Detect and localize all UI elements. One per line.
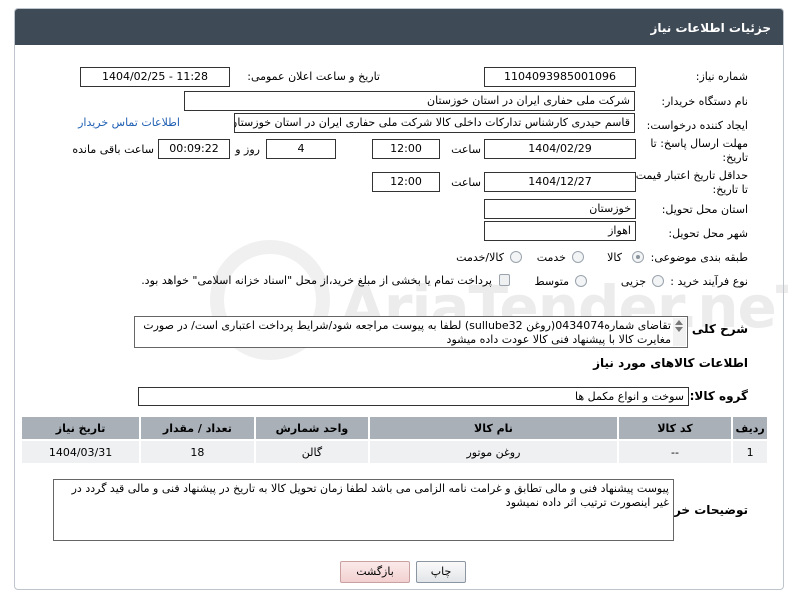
cell-need-date: 1404/03/31 bbox=[19, 439, 142, 465]
need-number-label: شماره نیاز: bbox=[695, 70, 748, 83]
goods-group-field: سوخت و انواع مکمل ها bbox=[138, 387, 689, 406]
price-validity-time-label: ساعت bbox=[451, 176, 481, 189]
cell-row-number: 1 bbox=[731, 439, 769, 465]
category-radio-service[interactable] bbox=[572, 251, 584, 263]
requester-label: ایجاد کننده درخواست: bbox=[646, 119, 748, 132]
cell-unit: گالن bbox=[253, 439, 371, 465]
col-header-unit: واحد شمارش bbox=[253, 415, 371, 441]
col-header-goods-name: نام کالا bbox=[368, 415, 619, 441]
deadline-days-label: روز و bbox=[235, 143, 260, 156]
deadline-time-label: ساعت bbox=[451, 143, 481, 156]
delivery-province-label: استان محل تحویل: bbox=[661, 203, 748, 216]
deadline-label-line1: مهلت ارسال پاسخ: تا bbox=[650, 137, 748, 150]
announce-datetime-label: تاریخ و ساعت اعلان عمومی: bbox=[247, 70, 380, 83]
treasury-checkbox[interactable] bbox=[499, 274, 510, 286]
deadline-time-field: 12:00 bbox=[372, 139, 440, 159]
need-number-field: 1104093985001096 bbox=[484, 67, 636, 87]
treasury-note: پرداخت تمام یا بخشی از مبلغ خرید،از محل … bbox=[141, 274, 492, 287]
delivery-province-field: خوزستان bbox=[484, 199, 636, 219]
cell-goods-code: -- bbox=[616, 439, 734, 465]
price-validity-time-field: 12:00 bbox=[372, 172, 440, 192]
delivery-city-label: شهر محل تحویل: bbox=[668, 227, 748, 240]
remaining-time-label: ساعت باقی مانده bbox=[72, 143, 154, 156]
category-label: طبقه بندی موضوعی: bbox=[650, 251, 748, 264]
buyer-org-field: شرکت ملی حفاری ایران در استان خوزستان bbox=[184, 91, 635, 111]
description-text: تقاضای شماره0434074(روغن sullube32) لطفا… bbox=[143, 319, 671, 346]
goods-group-label: گروه کالا: bbox=[689, 389, 748, 403]
buyer-notes-textarea: پیوست پیشنهاد فنی و مالی تطابق و غرامت ن… bbox=[53, 479, 674, 541]
back-button[interactable]: بازگشت bbox=[340, 561, 410, 583]
goods-table-header-row: ردیف کد کالا نام کالا واحد شمارش تعداد /… bbox=[19, 415, 769, 441]
announce-datetime-field: 1404/02/25 - 11:28 bbox=[80, 67, 230, 87]
purchase-type-radio-medium[interactable] bbox=[575, 275, 587, 287]
deadline-date-field: 1404/02/29 bbox=[484, 139, 636, 159]
col-header-need-date: تاریخ نیاز bbox=[19, 415, 142, 441]
category-radio-goods[interactable] bbox=[632, 251, 644, 263]
table-row: 1 -- روغن موتور گالن 18 1404/03/31 bbox=[19, 439, 769, 465]
price-validity-date-field: 1404/12/27 bbox=[484, 172, 636, 192]
deadline-label-line2: تاریخ: bbox=[722, 151, 748, 164]
price-validity-label-line1: حداقل تاریخ اعتبار قیمت: bbox=[632, 169, 748, 182]
print-button[interactable]: چاپ bbox=[416, 561, 466, 583]
purchase-type-radio-minor[interactable] bbox=[652, 275, 664, 287]
col-header-goods-code: کد کالا bbox=[616, 415, 734, 441]
category-option-service: خدمت bbox=[536, 251, 566, 264]
col-header-row-number: ردیف bbox=[731, 415, 769, 441]
panel-header: جزئیات اطلاعات نیاز bbox=[15, 9, 783, 45]
description-scrollbar[interactable] bbox=[673, 318, 686, 346]
cell-goods-name: روغن موتور bbox=[368, 439, 619, 465]
category-radio-goods-service[interactable] bbox=[510, 251, 522, 263]
buyer-org-label: نام دستگاه خریدار: bbox=[661, 95, 748, 108]
purchase-type-label: نوع فرآیند خرید : bbox=[670, 275, 748, 288]
remaining-time-field: 00:09:22 bbox=[158, 139, 230, 159]
deadline-days-field: 4 bbox=[266, 139, 336, 159]
col-header-quantity: تعداد / مقدار bbox=[139, 415, 256, 441]
requester-field: قاسم حیدری کارشناس تدارکات داخلی کالا شر… bbox=[234, 113, 635, 133]
price-validity-label-line2: تا تاریخ: bbox=[712, 183, 748, 196]
purchase-type-option-minor: جزیی bbox=[620, 275, 646, 288]
purchase-type-option-medium: متوسط bbox=[534, 275, 569, 288]
category-option-goods-service: کالا/خدمت bbox=[456, 251, 504, 264]
goods-info-title: اطلاعات کالاهای مورد نیاز bbox=[593, 356, 748, 370]
description-textarea: تقاضای شماره0434074(روغن sullube32) لطفا… bbox=[134, 316, 688, 348]
buyer-notes-text: پیوست پیشنهاد فنی و مالی تطابق و غرامت ن… bbox=[71, 482, 669, 509]
delivery-city-field: اهواز bbox=[484, 221, 636, 241]
buyer-contact-link[interactable]: اطلاعات تماس خریدار bbox=[78, 116, 180, 129]
goods-table: ردیف کد کالا نام کالا واحد شمارش تعداد /… bbox=[19, 415, 769, 465]
cell-quantity: 18 bbox=[139, 439, 256, 465]
category-option-goods: کالا bbox=[607, 251, 622, 264]
